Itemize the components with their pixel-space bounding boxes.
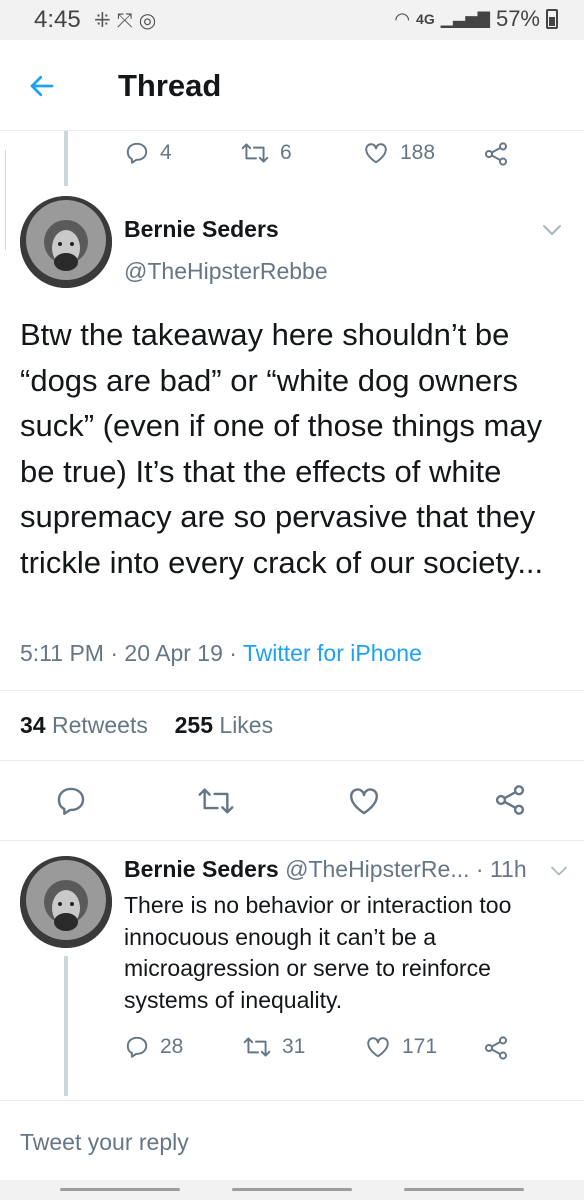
avatar[interactable] — [20, 196, 112, 288]
tweet-client-link[interactable]: Twitter for iPhone — [243, 640, 422, 666]
divider — [0, 840, 584, 841]
parent-retweet-button[interactable]: 6 — [240, 140, 292, 166]
back-arrow-icon — [30, 75, 54, 97]
reply-button[interactable] — [54, 784, 88, 818]
status-bar: 4:45 ⁜⤧◎ ◠ 4G ▁▃▅▇ 57% — [0, 0, 584, 40]
parent-reply-button[interactable]: 4 — [124, 140, 172, 166]
retweet-count: 34 — [20, 712, 46, 738]
reply-header: Bernie Seders @TheHipsterRe... · 11h — [124, 856, 544, 883]
tweet-menu-button[interactable] — [540, 222, 564, 243]
tweet-time: 5:11 PM — [20, 640, 104, 666]
meta-separator: · — [475, 856, 490, 882]
reply-retweet-button[interactable]: 31 — [242, 1034, 305, 1060]
network-label: 4G — [416, 11, 435, 27]
reply-like-count: 171 — [402, 1035, 438, 1058]
parent-reply-count: 4 — [160, 141, 172, 164]
likes-stat[interactable]: 255 Likes — [175, 712, 273, 738]
tweet-text: Btw the takeaway here shouldn’t be “dogs… — [20, 317, 544, 580]
heart-icon — [367, 1037, 389, 1058]
author-handle[interactable]: @TheHipsterRebbe — [124, 258, 328, 285]
reply-reply-button[interactable]: 28 — [124, 1034, 183, 1060]
reply-input[interactable]: Tweet your reply — [20, 1129, 189, 1156]
back-button[interactable] — [20, 64, 64, 108]
divider — [0, 760, 584, 761]
meta-separator: · — [229, 640, 243, 666]
battery-icon — [546, 9, 558, 29]
reply-avatar[interactable] — [20, 856, 112, 948]
reply-icon — [57, 787, 85, 815]
author-name[interactable]: Bernie Seders — [124, 216, 279, 243]
avatar-photo — [20, 856, 112, 948]
reply-like-button[interactable]: 171 — [364, 1034, 437, 1060]
reply-icon — [126, 142, 148, 164]
parent-share-button[interactable] — [482, 140, 510, 168]
share-icon — [484, 142, 508, 166]
nav-handle[interactable] — [404, 1188, 524, 1191]
divider — [0, 690, 584, 691]
like-label: Likes — [219, 712, 274, 738]
thread-line-bottom — [64, 956, 68, 1096]
app-bar-divider — [0, 130, 584, 131]
meta-separator: · — [110, 640, 125, 666]
parent-retweet-count: 6 — [280, 141, 292, 164]
avatar-photo — [20, 196, 112, 288]
reply-reply-count: 28 — [160, 1035, 184, 1058]
system-nav-bar — [0, 1180, 584, 1200]
parent-like-button[interactable]: 188 — [362, 140, 435, 166]
reply-time: 11h — [489, 856, 527, 882]
app-bar: Thread — [0, 40, 584, 130]
status-right: ◠ 4G ▁▃▅▇ 57% — [394, 6, 558, 32]
reply-icon — [126, 1036, 148, 1058]
tweet-meta: 5:11 PM · 20 Apr 19 · Twitter for iPhone — [20, 640, 422, 667]
heart-icon — [365, 143, 387, 164]
reply-author-name[interactable]: Bernie Seders — [124, 856, 279, 882]
share-button[interactable] — [492, 782, 528, 818]
instagram-icon: ◎ — [138, 10, 163, 32]
nav-handle[interactable] — [232, 1188, 352, 1191]
share-icon — [495, 785, 525, 815]
notification-icons: ⁜⤧◎ — [94, 8, 162, 33]
missed-call-icon: ⤧ — [116, 10, 139, 32]
retweet-icon — [243, 1037, 271, 1057]
retweet-button[interactable] — [196, 784, 236, 818]
parent-like-count: 188 — [400, 141, 436, 164]
slack-icon: ⁜ — [94, 10, 117, 32]
scroll-edge — [0, 150, 6, 250]
reply-menu-button[interactable] — [548, 864, 570, 883]
retweet-icon — [241, 143, 269, 163]
reply-author-handle[interactable]: @TheHipsterRe... — [285, 856, 469, 882]
thread-line-top — [64, 131, 68, 186]
reply-text: There is no behavior or interaction too … — [124, 892, 512, 1013]
nav-handle[interactable] — [60, 1188, 180, 1191]
tweet-stats: 34 Retweets 255 Likes — [20, 712, 273, 739]
chevron-down-icon — [543, 225, 561, 235]
retweet-icon — [198, 788, 234, 814]
tweet-date: 20 Apr 19 — [124, 640, 223, 666]
wifi-icon: ◠ — [394, 8, 411, 29]
status-time: 4:45 — [34, 6, 81, 33]
signal-icon: ▁▃▅▇ — [440, 11, 490, 28]
like-button[interactable] — [346, 784, 382, 818]
battery-percent: 57% — [495, 6, 540, 31]
share-icon — [484, 1036, 508, 1060]
like-count: 255 — [174, 712, 214, 738]
reply-retweet-count: 31 — [282, 1035, 306, 1058]
heart-icon — [350, 788, 378, 815]
retweet-label: Retweets — [51, 712, 148, 738]
reply-share-button[interactable] — [482, 1034, 510, 1062]
page-title: Thread — [118, 68, 222, 103]
chevron-down-icon — [551, 866, 567, 876]
retweets-stat[interactable]: 34 Retweets — [20, 712, 148, 738]
